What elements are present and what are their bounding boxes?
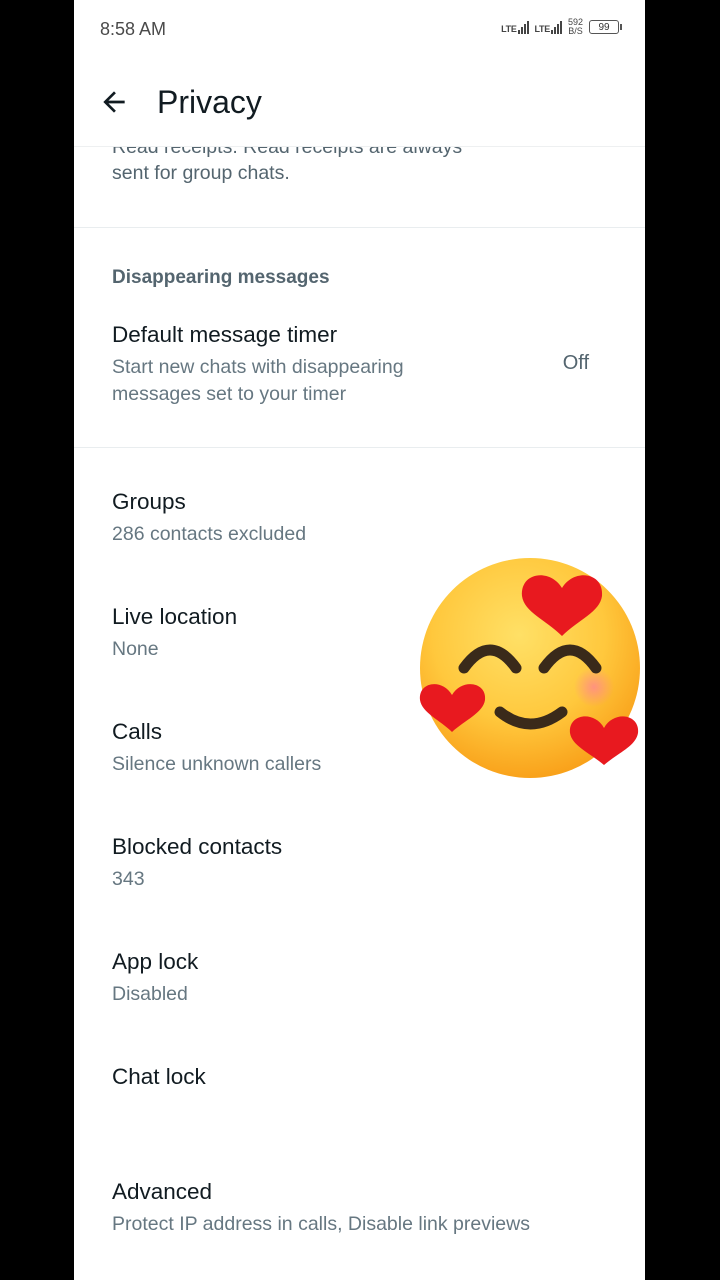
default-message-timer-item[interactable]: Default message timer Start new chats wi… xyxy=(74,316,645,426)
item-title: Calls xyxy=(112,719,163,744)
page-title: Privacy xyxy=(157,84,262,120)
item-subtitle: Protect IP address in calls, Disable lin… xyxy=(112,1213,530,1235)
blocked-contacts-item[interactable]: Blocked contacts 343 xyxy=(74,826,645,916)
signal-1-icon: LTE xyxy=(501,20,529,34)
network-speed: 592 B/S xyxy=(567,17,583,36)
section-disappearing-messages: Disappearing messages xyxy=(112,267,330,288)
item-title: Chat lock xyxy=(112,1064,206,1089)
item-subtitle: None xyxy=(112,638,159,660)
chat-lock-item[interactable]: Chat lock xyxy=(74,1056,645,1146)
phone-screen: 8:58 AM LTE LTE 592 B/S 99 Privacy Read … xyxy=(74,0,645,1280)
status-icons: LTE LTE 592 B/S 99 xyxy=(501,17,622,36)
item-title: Groups xyxy=(112,489,186,514)
battery-icon: 99 xyxy=(589,20,622,34)
divider xyxy=(74,227,645,228)
signal-2-icon: LTE xyxy=(535,20,562,34)
smiling-face-with-hearts-icon xyxy=(419,558,640,778)
item-subtitle: Silence unknown callers xyxy=(112,753,322,775)
item-title: Blocked contacts xyxy=(112,834,283,859)
timer-value: Off xyxy=(562,352,589,374)
app-bar: Privacy xyxy=(74,56,645,147)
advanced-item[interactable]: Advanced Protect IP address in calls, Di… xyxy=(74,1171,645,1261)
app-lock-item[interactable]: App lock Disabled xyxy=(74,941,645,1031)
item-title: Advanced xyxy=(112,1179,213,1204)
item-subtitle: 343 xyxy=(112,868,145,890)
item-title: Default message timer xyxy=(112,322,338,347)
item-subtitle: Start new chats with disappearing messag… xyxy=(112,356,404,405)
status-time: 8:58 AM xyxy=(100,19,167,39)
item-subtitle: Disabled xyxy=(112,983,188,1005)
status-bar: 8:58 AM LTE LTE 592 B/S 99 xyxy=(74,0,645,56)
item-title: Live location xyxy=(112,604,238,629)
item-title: App lock xyxy=(112,949,199,974)
item-subtitle: 286 contacts excluded xyxy=(112,523,307,545)
divider xyxy=(74,447,645,448)
arrow-left-icon[interactable] xyxy=(98,86,130,118)
